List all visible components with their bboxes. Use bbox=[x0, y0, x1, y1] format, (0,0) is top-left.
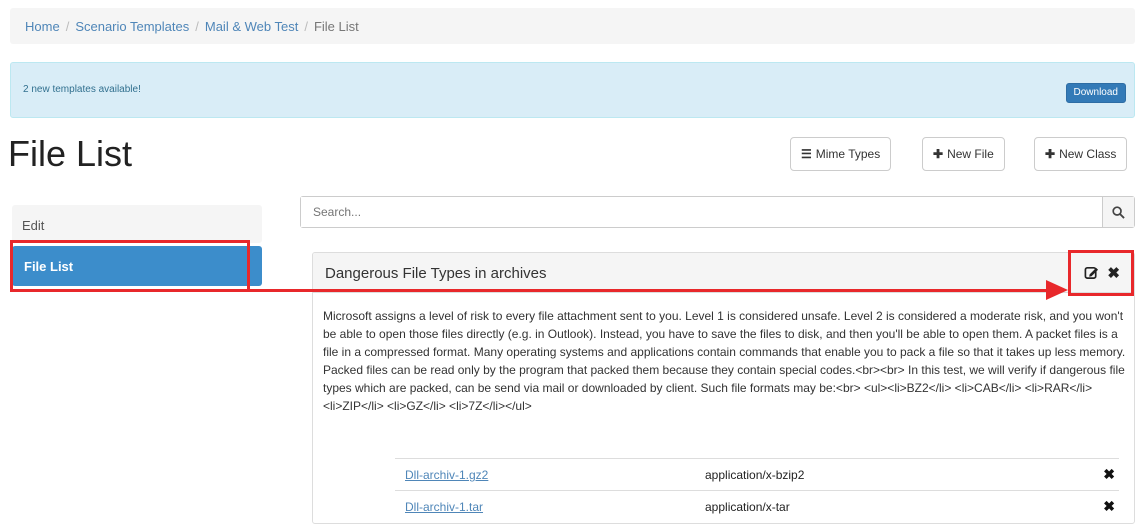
search-bar bbox=[300, 196, 1135, 228]
list-icon: ☰ bbox=[801, 147, 812, 161]
file-table: Dll-archiv-1.gz2 application/x-bzip2 ✖ D… bbox=[395, 458, 1119, 522]
plus-icon: ✚ bbox=[1045, 147, 1056, 161]
annotation-highlight-actions bbox=[1068, 250, 1134, 296]
annotation-arrow-line bbox=[250, 289, 1050, 292]
new-file-button[interactable]: ✚ New File bbox=[922, 137, 1005, 171]
new-class-button[interactable]: ✚ New Class bbox=[1034, 137, 1128, 171]
search-button[interactable] bbox=[1102, 197, 1134, 227]
info-alert: 2 new templates available! Download bbox=[10, 62, 1135, 118]
breadcrumb: Home / Scenario Templates / Mail & Web Test /… bbox=[10, 8, 1135, 44]
table-row: Dll-archiv-1.tar application/x-tar ✖ bbox=[395, 490, 1119, 522]
panel-description: Microsoft assigns a level of risk to eve… bbox=[323, 309, 1126, 413]
annotation-highlight-sidebar bbox=[10, 240, 250, 292]
panel-header: Dangerous File Types in archives ✖ bbox=[313, 253, 1134, 293]
file-panel: Dangerous File Types in archives ✖ Micro… bbox=[312, 252, 1135, 524]
download-button[interactable]: Download bbox=[1065, 83, 1126, 103]
annotation-arrow-head bbox=[1046, 280, 1068, 300]
plus-icon: ✚ bbox=[933, 147, 944, 161]
breadcrumb-scenario-templates[interactable]: Scenario Templates bbox=[75, 19, 189, 34]
delete-file-icon[interactable]: ✖ bbox=[1103, 498, 1115, 515]
file-mime-type: application/x-tar bbox=[705, 500, 790, 514]
search-icon bbox=[1112, 205, 1125, 219]
breadcrumb-mail-web-test[interactable]: Mail & Web Test bbox=[205, 19, 298, 34]
file-link[interactable]: Dll-archiv-1.gz2 bbox=[405, 468, 488, 482]
file-mime-type: application/x-bzip2 bbox=[705, 468, 805, 482]
sidebar-item-edit[interactable]: Edit bbox=[12, 205, 262, 243]
panel-title: Dangerous File Types in archives bbox=[325, 265, 547, 282]
file-link[interactable]: Dll-archiv-1.tar bbox=[405, 500, 483, 514]
search-input[interactable] bbox=[301, 197, 1102, 227]
mime-types-button[interactable]: ☰ Mime Types bbox=[790, 137, 892, 171]
breadcrumb-current: File List bbox=[313, 19, 359, 34]
alert-message: 2 new templates available! bbox=[23, 84, 141, 95]
breadcrumb-home[interactable]: Home bbox=[25, 19, 60, 34]
page-title: File List bbox=[8, 133, 133, 174]
delete-file-icon[interactable]: ✖ bbox=[1103, 466, 1115, 483]
table-row: Dll-archiv-1.gz2 application/x-bzip2 ✖ bbox=[395, 458, 1119, 490]
